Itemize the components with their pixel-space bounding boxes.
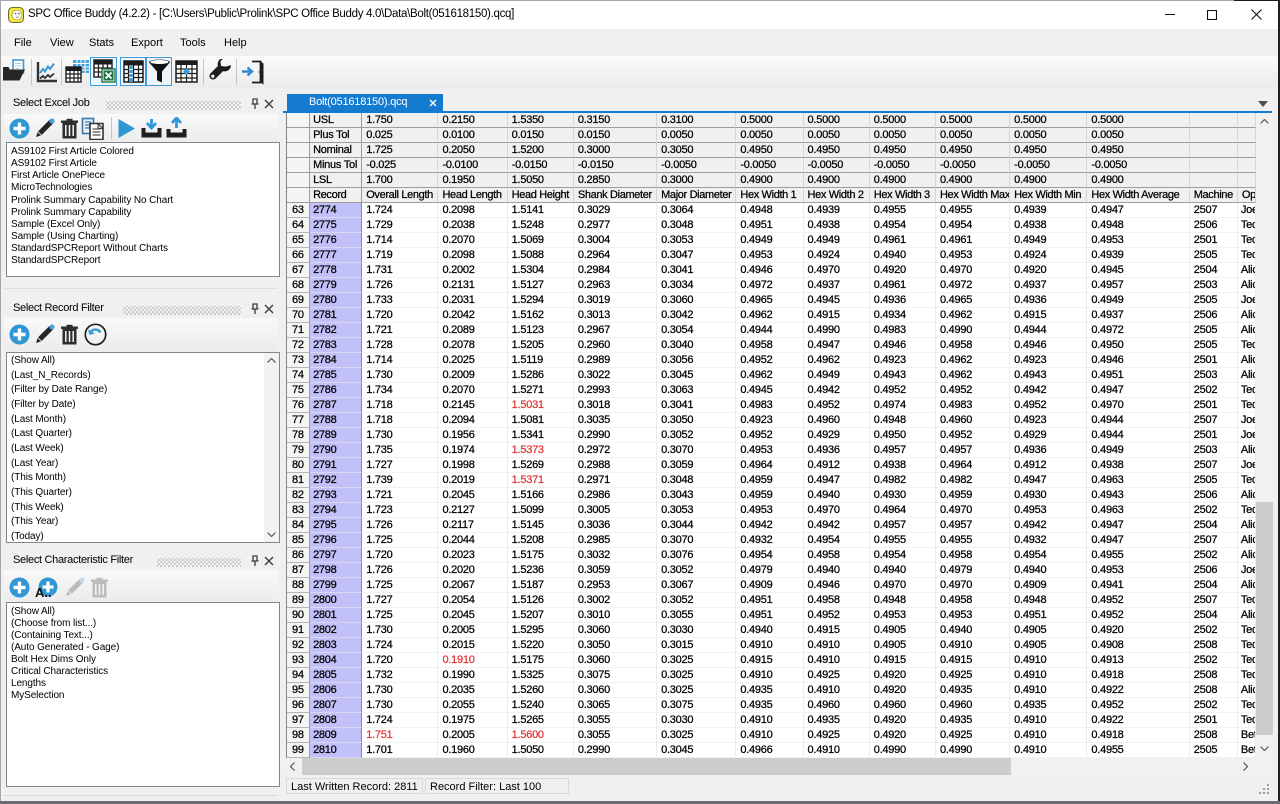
svg-text:A..: A.. bbox=[35, 585, 52, 599]
